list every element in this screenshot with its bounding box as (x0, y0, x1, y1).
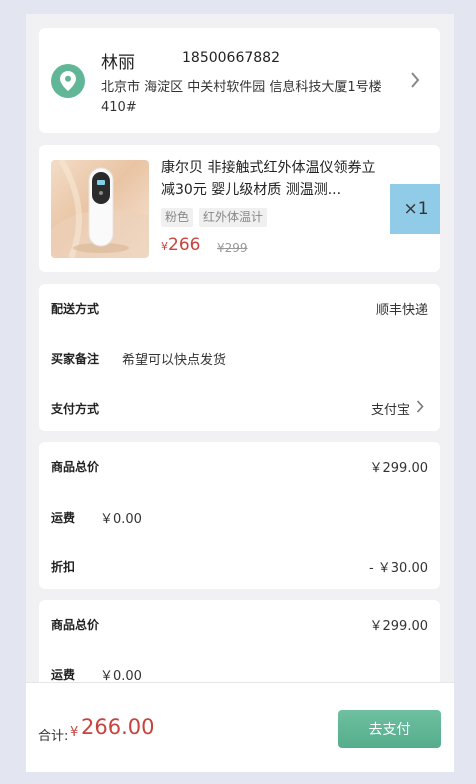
product-price: ¥266 (161, 235, 200, 255)
quantity-badge[interactable]: ×1 (390, 184, 440, 234)
total-value: 266.00 (81, 715, 155, 739)
recipient-phone: 18500667882 (182, 50, 280, 66)
discount-label: 折扣 (51, 560, 76, 574)
shipping-value: ￥0.00 (100, 512, 142, 527)
goods-total-label: 商品总价 (51, 618, 100, 632)
order-options-card: 配送方式 顺丰快递 买家备注 希望可以快点发货 支付方式 支付宝 (39, 284, 440, 431)
discount-value: - ￥30.00 (368, 561, 428, 576)
product-card[interactable]: 康尔贝 非接触式红外体温仪领券立减30元 婴儿级材质 测温测... 粉色 红外体… (39, 145, 440, 272)
recipient-name: 林丽 (101, 53, 135, 73)
original-price: ¥299 (217, 241, 248, 255)
shipping-label: 运费 (51, 668, 76, 682)
spec-tag-type: 红外体温计 (199, 208, 268, 227)
location-pin-icon (51, 64, 85, 98)
address-detail: 北京市 海淀区 中关村软件园 信息科技大厦1号楼410# (101, 80, 382, 115)
goods-total-value: ￥299.00 (369, 461, 429, 476)
spec-tag-color: 粉色 (161, 208, 194, 227)
product-title: 康尔贝 非接触式红外体温仪领券立减30元 婴儿级材质 测温测... (161, 160, 376, 198)
chevron-right-icon[interactable] (416, 400, 424, 413)
shipping-label: 运费 (51, 511, 76, 525)
price-summary-card: 商品总价 ￥299.00 运费 ￥0.00 折扣 - ￥30.00 (39, 442, 440, 589)
address-card[interactable]: 林丽 18500667882 北京市 海淀区 中关村软件园 信息科技大厦1号楼4… (39, 28, 440, 133)
pay-button[interactable]: 去支付 (338, 710, 441, 748)
checkout-footer: 合计: ¥ 266.00 去支付 (26, 682, 454, 772)
chevron-right-icon[interactable] (410, 72, 420, 88)
payment-value[interactable]: 支付宝 (371, 399, 410, 418)
payment-label: 支付方式 (51, 402, 100, 416)
price-currency: ¥ (161, 240, 168, 253)
product-image (51, 160, 149, 258)
goods-total-value: ￥299.00 (369, 619, 429, 634)
note-label: 买家备注 (51, 352, 100, 366)
goods-total-label: 商品总价 (51, 460, 100, 474)
note-value[interactable]: 希望可以快点发货 (122, 349, 226, 368)
delivery-label: 配送方式 (51, 302, 100, 316)
price-value: 266 (168, 235, 201, 255)
total-currency: ¥ (70, 725, 79, 740)
checkout-page: 林丽 18500667882 北京市 海淀区 中关村软件园 信息科技大厦1号楼4… (26, 14, 454, 772)
delivery-value[interactable]: 顺丰快递 (376, 299, 428, 318)
total-label: 合计: (38, 729, 69, 744)
